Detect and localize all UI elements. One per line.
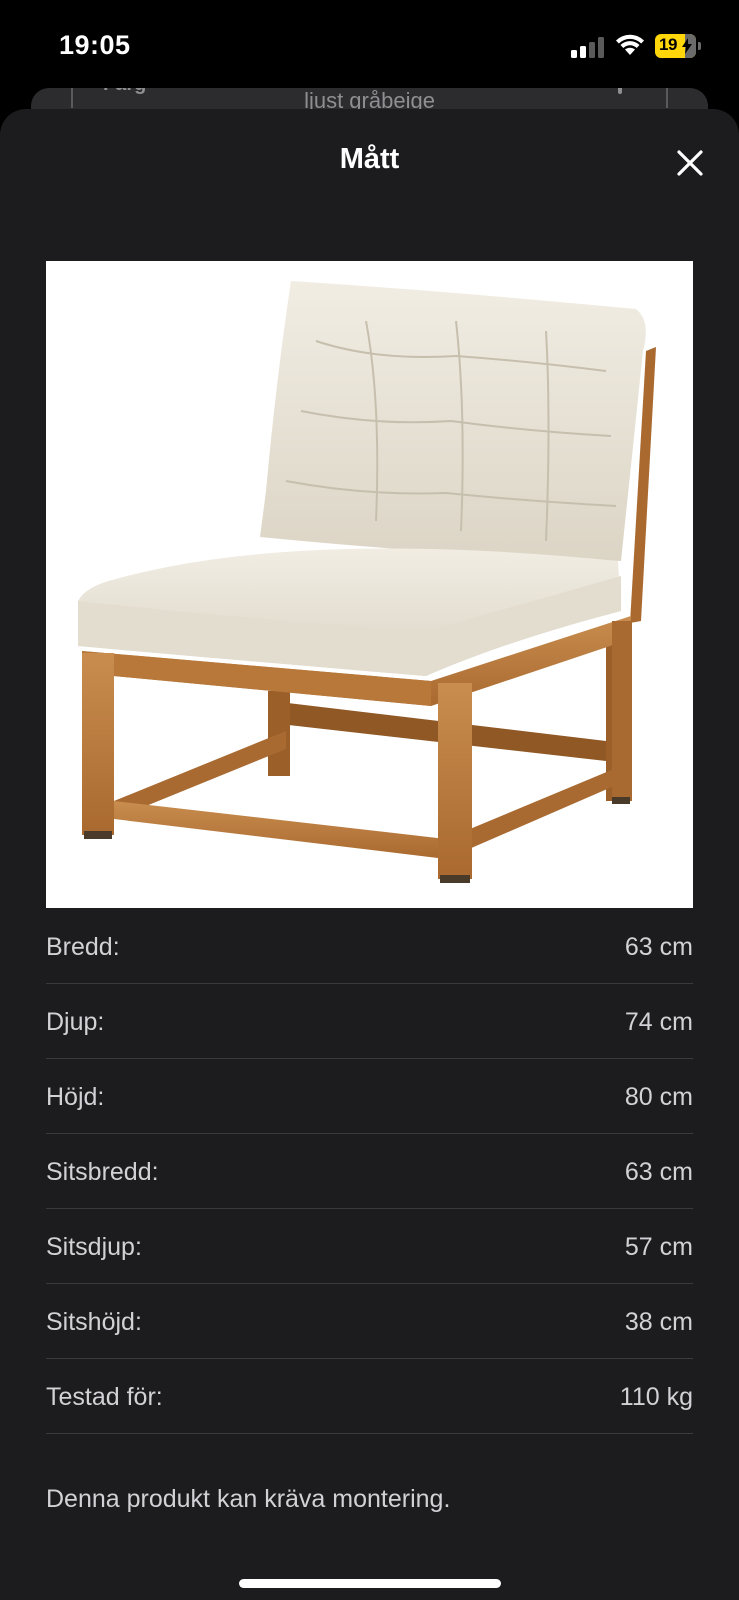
dimension-label: Testad för: xyxy=(46,1382,163,1411)
product-image xyxy=(46,261,693,908)
home-indicator[interactable] xyxy=(239,1579,501,1588)
chair-illustration xyxy=(78,281,656,883)
battery-level: 19 xyxy=(659,35,677,54)
dimension-value: 57 cm xyxy=(624,1232,693,1261)
close-button[interactable] xyxy=(668,141,712,185)
dimension-value: 74 cm xyxy=(624,1007,693,1036)
charging-bolt-icon xyxy=(682,38,692,54)
dimensions-sheet: Mått Bredd: 63 cm Djup: 74 cm Höjd: 80 c… xyxy=(0,109,739,1600)
dimension-label: Djup: xyxy=(46,1007,105,1036)
wifi-icon xyxy=(616,34,644,55)
dimension-value: 110 kg xyxy=(619,1382,693,1411)
dimension-row-seat-depth: Sitsdjup: 57 cm xyxy=(46,1209,693,1284)
dimension-value: 63 cm xyxy=(624,1157,693,1186)
dimension-label: Bredd: xyxy=(46,932,120,961)
battery-charging-icon: 19 xyxy=(655,34,701,58)
dimension-value: 63 cm xyxy=(624,932,693,961)
dimension-row-depth: Djup: 74 cm xyxy=(46,984,693,1059)
dimension-row-tested-for: Testad för: 110 kg xyxy=(46,1359,693,1434)
cellular-signal-icon xyxy=(571,36,605,58)
status-time: 19:05 xyxy=(59,30,131,60)
dimension-value: 38 cm xyxy=(624,1307,693,1336)
assembly-note: Denna produkt kan kräva montering. xyxy=(46,1485,451,1513)
dimension-value: 80 cm xyxy=(624,1082,693,1111)
dimension-label: Sitsbredd: xyxy=(46,1157,159,1186)
dimensions-list: Bredd: 63 cm Djup: 74 cm Höjd: 80 cm Sit… xyxy=(46,909,693,1434)
dimension-label: Höjd: xyxy=(46,1082,105,1111)
dimension-row-seat-width: Sitsbredd: 63 cm xyxy=(46,1134,693,1209)
close-icon xyxy=(677,150,703,176)
sheet-title: Mått xyxy=(339,143,400,175)
dimension-row-height: Höjd: 80 cm xyxy=(46,1059,693,1134)
dimension-label: Sitsdjup: xyxy=(46,1232,142,1261)
dimension-row-width: Bredd: 63 cm xyxy=(46,909,693,984)
dimension-row-seat-height: Sitshöjd: 38 cm xyxy=(46,1284,693,1359)
status-bar: 19:05 19 xyxy=(0,0,739,88)
dimension-label: Sitshöjd: xyxy=(46,1307,142,1336)
